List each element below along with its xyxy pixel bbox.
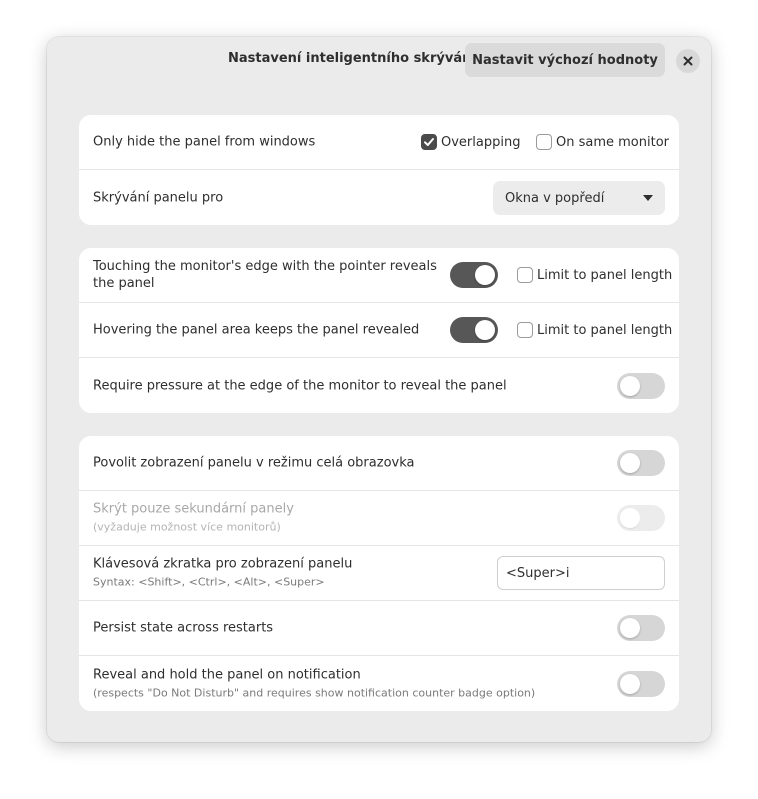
checkmark-icon — [424, 138, 434, 146]
fullscreen-toggle[interactable] — [617, 450, 665, 476]
toggle-knob — [620, 453, 640, 473]
checkbox-box[interactable] — [517, 267, 533, 283]
pressure-row: Require pressure at the edge of the moni… — [79, 358, 679, 413]
shortcut-row: Klávesová zkratka pro zobrazení panelu S… — [79, 546, 679, 601]
window-hide-group: Only hide the panel from windows Overlap… — [79, 115, 679, 225]
fullscreen-label: Povolit zobrazení panelu v režimu celá o… — [93, 455, 415, 471]
toggle-knob — [620, 375, 640, 396]
same-monitor-checkbox[interactable]: On same monitor — [536, 134, 669, 150]
shortcut-label: Klávesová zkratka pro zobrazení panelu S… — [93, 556, 353, 589]
dialog-header: Nastavení inteligentního skrývání Nastav… — [47, 37, 711, 83]
smart-hide-dialog: Nastavení inteligentního skrývání Nastav… — [47, 37, 711, 742]
notification-row: Reveal and hold the panel on notificatio… — [79, 656, 679, 711]
hover-keep-label: Hovering the panel area keeps the panel … — [93, 322, 420, 338]
hide-panel-for-dropdown[interactable]: Okna v popředí — [493, 181, 665, 215]
reveal-group: Touching the monitor's edge with the poi… — [79, 248, 679, 413]
secondary-panels-label: Skrýt pouze sekundární panely (vyžaduje … — [93, 501, 294, 534]
fullscreen-row: Povolit zobrazení panelu v režimu celá o… — [79, 436, 679, 491]
edge-limit-checkbox[interactable]: Limit to panel length — [517, 267, 672, 283]
persist-label: Persist state across restarts — [93, 620, 274, 636]
only-hide-windows-label: Only hide the panel from windows — [93, 134, 316, 150]
shortcut-input[interactable] — [497, 556, 665, 590]
dropdown-selected-value: Okna v popředí — [505, 190, 605, 206]
only-hide-windows-row: Only hide the panel from windows Overlap… — [79, 115, 679, 170]
close-button[interactable] — [676, 49, 700, 73]
hide-panel-for-label: Skrývání panelu pro — [93, 190, 224, 205]
checkbox-box[interactable] — [517, 322, 533, 338]
toggle-knob — [620, 508, 640, 528]
hover-limit-label: Limit to panel length — [537, 322, 673, 338]
checkbox-box[interactable] — [536, 134, 552, 150]
overlapping-label: Overlapping — [441, 134, 521, 150]
pressure-toggle[interactable] — [617, 372, 665, 399]
reset-defaults-button[interactable]: Nastavit výchozí hodnoty — [465, 43, 665, 77]
chevron-down-icon — [643, 195, 653, 201]
checkbox-box[interactable] — [421, 134, 437, 150]
notification-toggle[interactable] — [617, 670, 665, 697]
hide-panel-for-row: Skrývání panelu pro Okna v popředí — [79, 170, 679, 225]
persist-row: Persist state across restarts — [79, 601, 679, 656]
same-monitor-label: On same monitor — [556, 134, 670, 150]
edge-reveal-label: Touching the monitor's edge with the poi… — [93, 259, 437, 291]
close-icon — [683, 56, 693, 66]
shortcut-sublabel: Syntax: <Shift>, <Ctrl>, <Alt>, <Super> — [93, 575, 325, 589]
edge-reveal-row: Touching the monitor's edge with the poi… — [79, 248, 679, 303]
toggle-knob — [620, 673, 640, 694]
notification-sublabel: (respects "Do Not Disturb" and requires … — [93, 686, 536, 699]
edge-reveal-toggle[interactable] — [450, 262, 498, 288]
hover-keep-toggle[interactable] — [450, 317, 498, 343]
dialog-title: Nastavení inteligentního skrývání — [228, 51, 476, 66]
toggle-knob — [475, 320, 495, 340]
overlapping-checkbox[interactable]: Overlapping — [421, 134, 520, 150]
secondary-panels-sublabel: (vyžaduje možnost více monitorů) — [93, 520, 281, 534]
edge-limit-label: Limit to panel length — [537, 267, 673, 283]
secondary-panels-toggle — [617, 505, 665, 531]
toggle-knob — [475, 265, 495, 285]
persist-toggle[interactable] — [617, 615, 665, 641]
pressure-label: Require pressure at the edge of the moni… — [93, 378, 507, 393]
hover-keep-row: Hovering the panel area keeps the panel … — [79, 303, 679, 358]
secondary-panels-row: Skrýt pouze sekundární panely (vyžaduje … — [79, 491, 679, 546]
toggle-knob — [620, 618, 640, 638]
hover-limit-checkbox[interactable]: Limit to panel length — [517, 322, 672, 338]
advanced-group: Povolit zobrazení panelu v režimu celá o… — [79, 436, 679, 711]
notification-label: Reveal and hold the panel on notificatio… — [93, 667, 536, 699]
